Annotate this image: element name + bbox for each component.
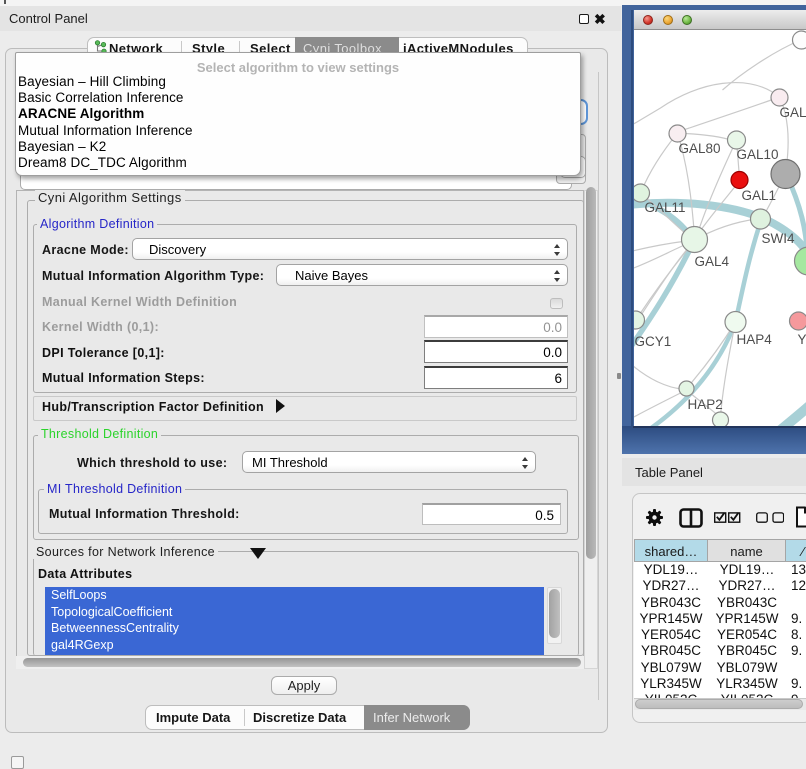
svg-text:HAP2: HAP2 xyxy=(687,397,722,412)
svg-text:YJL: YJL xyxy=(797,332,806,347)
svg-text:GAL80: GAL80 xyxy=(678,141,720,156)
svg-text:SWI4: SWI4 xyxy=(761,231,794,246)
svg-text:GAL4: GAL4 xyxy=(694,254,729,269)
svg-text:GAL1: GAL1 xyxy=(741,188,776,203)
svg-text:GAL10: GAL10 xyxy=(736,147,778,162)
svg-text:GAL11: GAL11 xyxy=(644,200,685,215)
svg-text:HAP4: HAP4 xyxy=(736,332,772,347)
svg-text:GAL2: GAL2 xyxy=(779,105,806,120)
svg-text:GCY1: GCY1 xyxy=(634,334,671,349)
